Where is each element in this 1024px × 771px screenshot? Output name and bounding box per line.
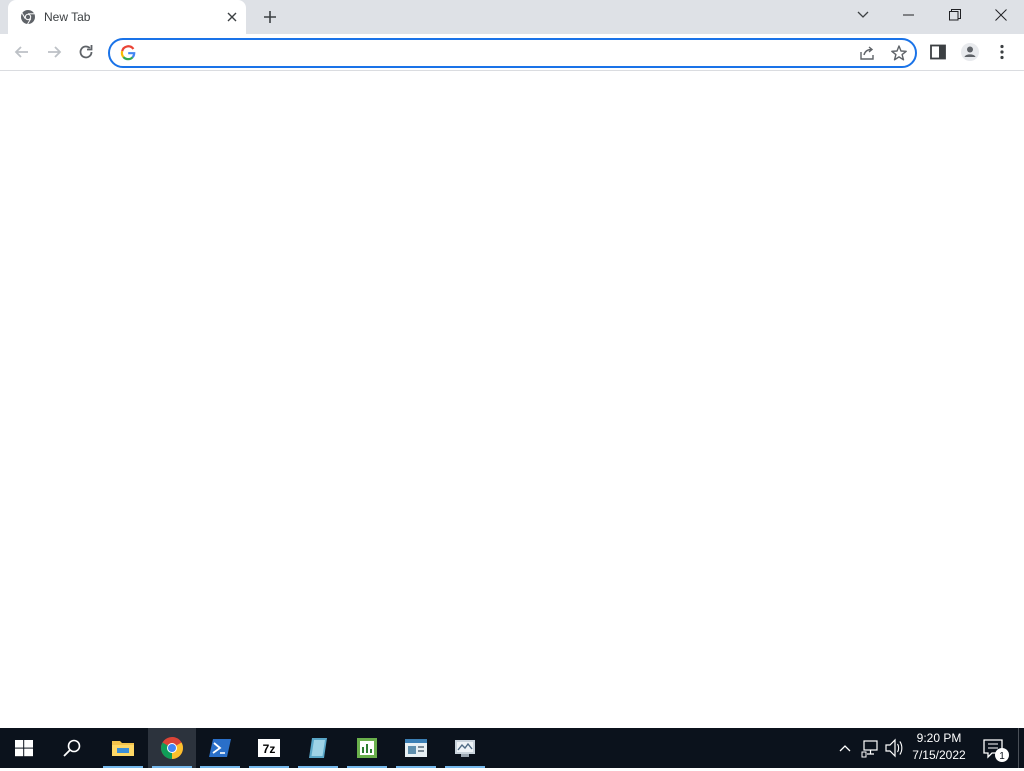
volume-icon[interactable] — [884, 728, 904, 768]
window-app-icon — [405, 739, 427, 757]
taskbar-app-6[interactable] — [343, 728, 391, 768]
window-close-button[interactable] — [978, 0, 1024, 30]
page-content — [0, 71, 1024, 728]
notification-icon: 1 — [983, 739, 1009, 762]
side-panel-icon — [930, 44, 946, 60]
7zip-icon: 7z — [258, 739, 280, 757]
restore-button[interactable] — [932, 0, 978, 30]
chevron-down-icon — [857, 11, 869, 18]
taskbar-file-explorer[interactable] — [99, 728, 147, 768]
taskbar: 7z 9:20 PM 7/15/2022 1 — [0, 728, 1024, 768]
clock-time: 9:20 PM — [916, 731, 962, 745]
network-icon[interactable] — [861, 728, 881, 768]
arrow-right-icon — [48, 46, 62, 58]
powershell-icon — [209, 739, 231, 757]
minimize-button[interactable] — [886, 0, 932, 30]
tab-title: New Tab — [44, 10, 91, 24]
forward-button[interactable] — [42, 40, 66, 64]
restore-icon — [949, 9, 961, 21]
action-center-button[interactable]: 1 — [980, 728, 1016, 768]
reload-button[interactable] — [74, 40, 98, 64]
search-icon — [63, 739, 81, 757]
chevron-up-icon — [839, 745, 851, 752]
chrome-icon — [20, 9, 36, 25]
taskbar-search-button[interactable] — [48, 728, 96, 768]
share-icon[interactable] — [858, 44, 876, 62]
taskbar-powershell[interactable] — [196, 728, 244, 768]
kebab-menu-icon — [1000, 44, 1004, 60]
profile-icon — [961, 43, 979, 61]
arrow-left-icon — [14, 46, 28, 58]
start-button[interactable] — [0, 728, 48, 768]
notification-badge: 1 — [999, 751, 1005, 762]
taskbar-app-8[interactable] — [441, 728, 489, 768]
profile-button[interactable] — [958, 40, 982, 64]
show-desktop-button[interactable] — [1018, 728, 1024, 768]
reload-icon — [79, 45, 93, 59]
chrome-icon — [161, 737, 183, 759]
taskbar-app-5[interactable] — [294, 728, 342, 768]
plus-icon — [264, 11, 276, 23]
taskbar-clock[interactable]: 9:20 PM 7/15/2022 — [904, 730, 974, 766]
address-bar[interactable] — [108, 38, 917, 68]
taskbar-7zip[interactable]: 7z — [245, 728, 293, 768]
taskbar-app-7[interactable] — [392, 728, 440, 768]
address-input[interactable] — [144, 43, 844, 63]
folder-icon — [112, 741, 134, 756]
monitor-app-icon — [455, 740, 475, 757]
new-tab-button[interactable] — [260, 7, 280, 27]
tab-new-tab[interactable]: New Tab — [8, 0, 246, 34]
tab-strip: New Tab — [0, 0, 1024, 34]
tab-search-button[interactable] — [840, 0, 886, 30]
star-icon[interactable] — [890, 44, 908, 62]
clock-date: 7/15/2022 — [912, 748, 966, 762]
side-panel-button[interactable] — [926, 40, 950, 64]
taskbar-chrome[interactable] — [148, 728, 196, 768]
browser-toolbar — [0, 34, 1024, 71]
close-icon — [995, 9, 1007, 21]
google-g-icon — [120, 45, 136, 61]
windows-logo-icon — [15, 740, 33, 757]
minimize-icon — [903, 14, 914, 16]
chart-editor-icon — [357, 738, 377, 758]
close-icon[interactable] — [224, 9, 240, 25]
svg-text:7z: 7z — [263, 742, 276, 756]
blue-book-icon — [309, 738, 327, 758]
show-hidden-icons-button[interactable] — [838, 728, 856, 768]
back-button[interactable] — [10, 40, 34, 64]
menu-button[interactable] — [990, 40, 1014, 64]
